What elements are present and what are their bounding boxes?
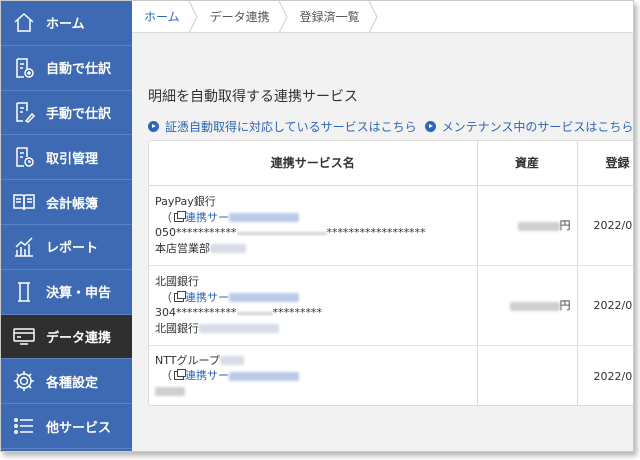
external-link-icon	[174, 290, 186, 302]
table-row[interactable]: 北國銀行 （連携サー 304*********** ********* 北國銀行 …	[149, 265, 633, 346]
redacted-amount	[509, 301, 560, 311]
sidebar-item-transactions[interactable]: 取引管理	[1, 135, 132, 181]
arrow-circle-icon	[148, 121, 159, 132]
sidebar-item-settlement[interactable]: 決算・申告	[1, 270, 132, 315]
redacted-amount	[517, 221, 560, 231]
table-row[interactable]: NTTグループ （連携サー 2022/0	[149, 345, 633, 405]
gear-icon	[11, 368, 37, 394]
sidebar-item-label: 自動で仕訳	[46, 62, 112, 78]
breadcrumb: ホーム データ連携 登録済一覧	[132, 1, 633, 34]
section-title: 明細を自動取得する連携サービス	[148, 89, 358, 105]
service-link[interactable]: 連携サー	[185, 211, 229, 224]
asset-cell: 円	[477, 185, 578, 266]
redacted-text	[236, 231, 327, 235]
service-cell: 北國銀行 （連携サー 304*********** ********* 北國銀行	[149, 265, 478, 346]
ledger-book-icon	[11, 189, 37, 215]
registered-date: 2022/0	[577, 345, 633, 405]
breadcrumb-data-link[interactable]: データ連携	[194, 1, 288, 34]
service-cell: NTTグループ （連携サー	[149, 345, 478, 405]
sidebar-item-ledger[interactable]: 会計帳簿	[1, 180, 132, 225]
service-link[interactable]: 連携サー	[185, 369, 229, 382]
sidebar-item-other-services[interactable]: 他サービス	[1, 404, 132, 449]
transaction-icon	[11, 144, 37, 170]
bank-name: PayPay銀行	[155, 195, 216, 208]
sidebar-item-label: 各種設定	[46, 375, 99, 391]
sidebar-item-home[interactable]: ホーム	[1, 1, 132, 46]
service-link[interactable]: 連携サー	[185, 291, 229, 304]
branch-name: 本店営業部	[155, 241, 210, 255]
sidebar-item-label: レポート	[46, 241, 99, 257]
redacted-text	[155, 387, 185, 397]
breadcrumb-registered-list: 登録済一覧	[284, 1, 378, 34]
settlement-icon	[11, 279, 37, 305]
report-chart-icon	[11, 234, 37, 260]
arrow-circle-icon	[424, 121, 436, 132]
sidebar-item-label: 手動で仕訳	[46, 106, 112, 122]
table-row[interactable]: PayPay銀行 （連携サー 050*********** ***********…	[149, 185, 633, 266]
link-label: メンテナンス中のサービスはこちら	[441, 120, 634, 134]
service-cell: PayPay銀行 （連携サー 050*********** ***********…	[149, 185, 478, 266]
account-number: 050***********	[155, 226, 237, 239]
sidebar-item-label: データ連携	[46, 330, 112, 346]
bank-name: NTTグループ	[155, 353, 220, 367]
sidebar-item-auto-journal[interactable]: 自動で仕訳	[1, 46, 132, 91]
linked-services-table: 連携サービス名 資産 登録 PayPay銀行 （連携サー 050********…	[148, 140, 633, 406]
column-header-service[interactable]: 連携サービス名	[149, 141, 478, 186]
account-number-tail: *********	[272, 306, 323, 319]
sidebar-item-label: ホーム	[46, 17, 85, 33]
manual-journal-icon	[11, 99, 37, 125]
currency-unit: 円	[559, 299, 571, 312]
breadcrumb-label: ホーム	[144, 10, 180, 24]
registered-date: 2022/0	[577, 265, 633, 346]
maintenance-services-link[interactable]: メンテナンス中のサービスはこちら	[424, 118, 634, 135]
sidebar: ホーム 自動で仕訳 手動で仕訳 取引管理 会計帳簿 レポート 決算・申告 データ…	[1, 1, 132, 451]
column-header-asset[interactable]: 資産	[477, 141, 578, 186]
sidebar-item-manual-journal[interactable]: 手動で仕訳	[1, 91, 132, 136]
column-header-registered[interactable]: 登録	[577, 141, 633, 186]
redacted-text	[229, 213, 299, 222]
external-link-icon	[174, 210, 186, 222]
account-number-tail: ******************	[326, 226, 426, 239]
redacted-text	[229, 371, 299, 381]
main-content: ホーム データ連携 登録済一覧 明細を自動取得する連携サービス 証憑自動取得に対…	[132, 1, 633, 451]
branch-name: 北國銀行	[155, 321, 199, 335]
breadcrumb-label: 登録済一覧	[299, 10, 360, 24]
registered-date: 2022/0	[577, 185, 633, 266]
asset-cell	[477, 345, 578, 405]
home-icon	[11, 10, 37, 36]
breadcrumb-label: データ連携	[209, 10, 270, 24]
redacted-text	[219, 356, 244, 366]
redacted-text	[236, 311, 273, 315]
link-label: 証憑自動取得に対応しているサービスはこちら	[165, 120, 417, 134]
table-header-row: 連携サービス名 資産 登録	[149, 141, 633, 186]
sidebar-item-label: 会計帳簿	[46, 196, 99, 212]
currency-unit: 円	[559, 219, 571, 232]
asset-cell: 円	[477, 265, 578, 346]
external-link-icon	[174, 369, 186, 381]
breadcrumb-home[interactable]: ホーム	[132, 1, 198, 34]
redacted-text	[229, 293, 299, 302]
redacted-text	[199, 324, 279, 333]
redacted-text	[210, 244, 246, 253]
sidebar-item-label: 他サービス	[46, 420, 112, 436]
sidebar-item-label: 決算・申告	[46, 286, 112, 302]
info-links: 証憑自動取得に対応しているサービスはこちら メンテナンス中のサービスはこちら	[148, 118, 634, 135]
sidebar-item-label: 取引管理	[46, 151, 99, 167]
voucher-services-link[interactable]: 証憑自動取得に対応しているサービスはこちら	[148, 118, 417, 135]
data-link-icon	[11, 323, 37, 349]
sidebar-item-data-link[interactable]: データ連携	[1, 314, 132, 360]
chevron-right-icon	[368, 1, 378, 34]
auto-journal-icon	[11, 55, 37, 81]
list-icon	[11, 413, 37, 439]
bank-name: 北國銀行	[155, 275, 199, 288]
sidebar-item-report[interactable]: レポート	[1, 225, 132, 270]
sidebar-item-settings[interactable]: 各種設定	[1, 359, 132, 405]
account-number: 304***********	[155, 306, 237, 319]
app-window: ホーム 自動で仕訳 手動で仕訳 取引管理 会計帳簿 レポート 決算・申告 データ…	[0, 0, 634, 452]
